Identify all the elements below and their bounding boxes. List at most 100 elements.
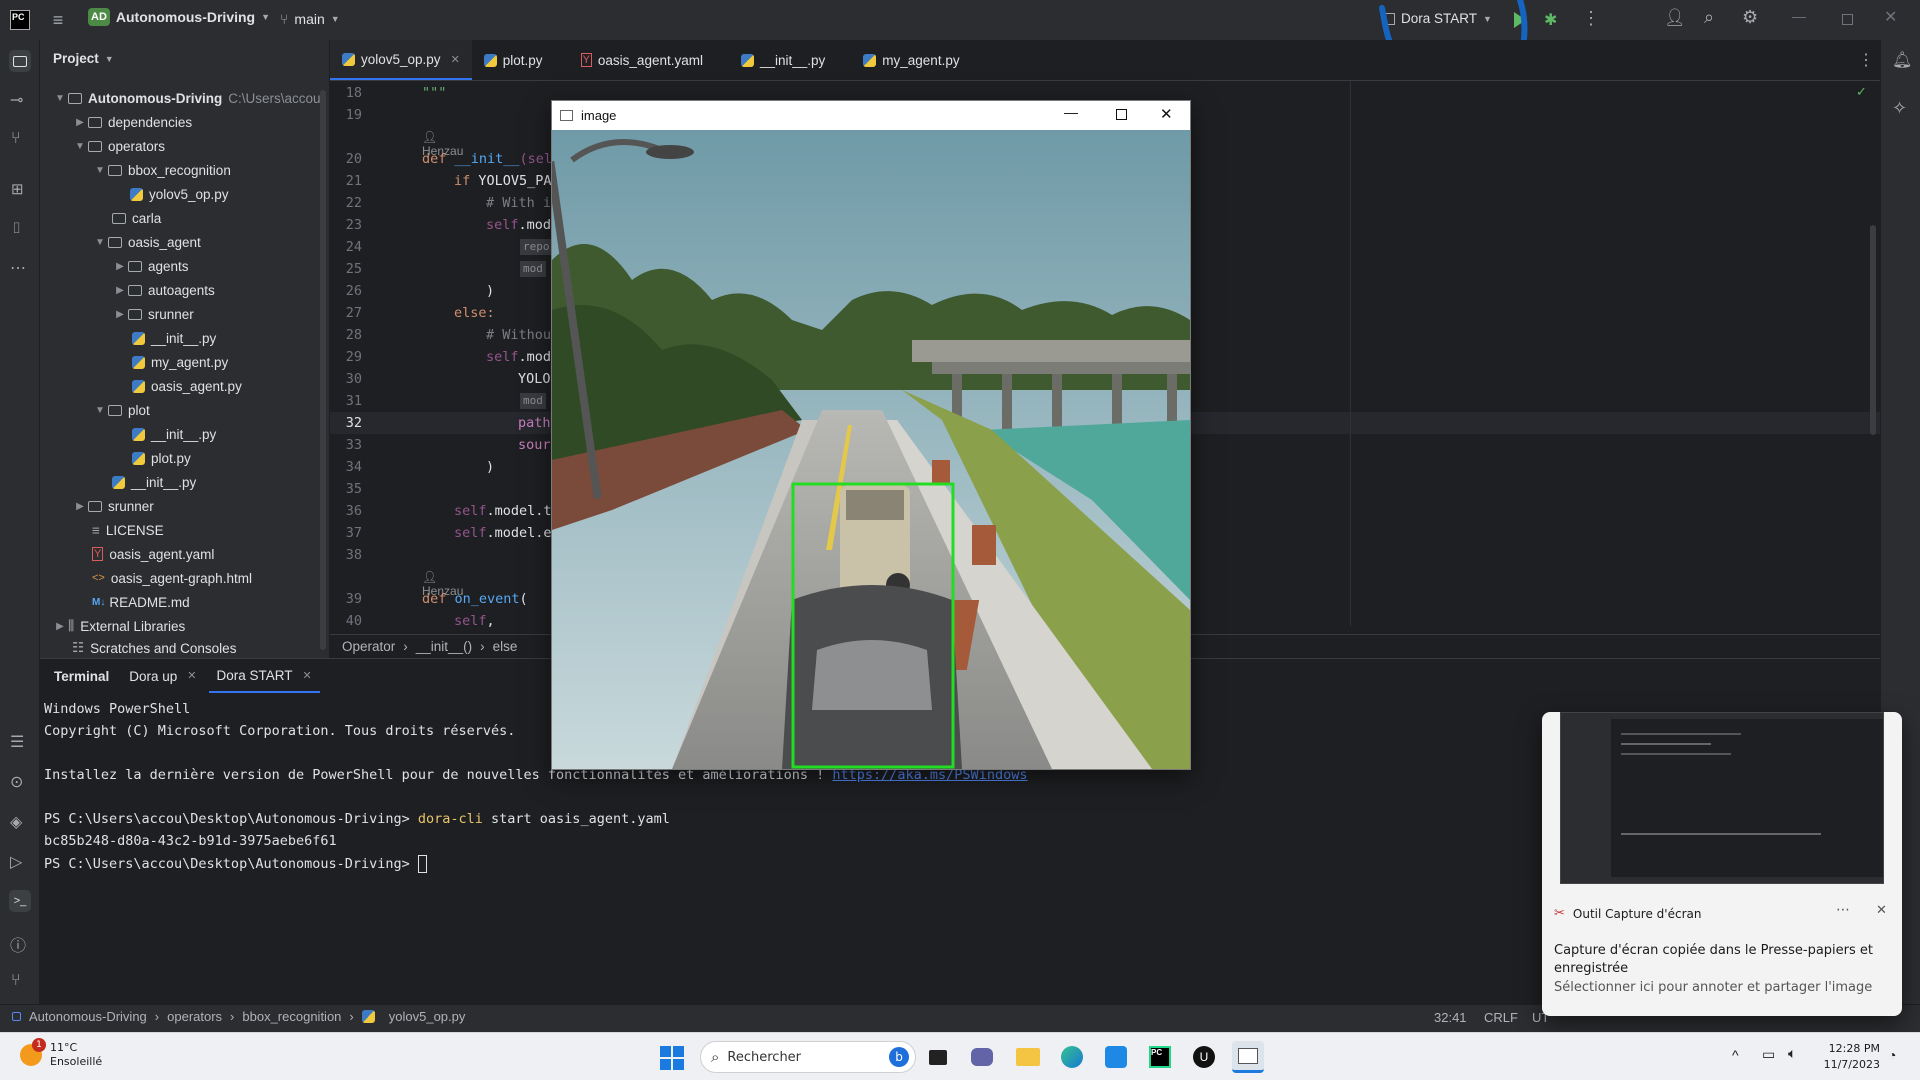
notifications-bell-icon[interactable]: 🔔︎: [1892, 50, 1912, 70]
tree-item-oasis-agent-py[interactable]: oasis_agent.py: [132, 374, 242, 398]
more-options-icon[interactable]: ⋯: [1836, 902, 1850, 918]
network-icon[interactable]: ▭: [1762, 1046, 1775, 1063]
notification-center-icon[interactable]: ◔: [1888, 1047, 1896, 1063]
tree-item-carla[interactable]: carla: [112, 206, 161, 230]
tree-item-scratches[interactable]: ☷ Scratches and Consoles: [72, 638, 236, 658]
image-window-titlebar[interactable]: image — ✕: [552, 101, 1190, 130]
git-icon[interactable]: ⑂: [11, 972, 21, 990]
volume-muted-icon[interactable]: 🔈︎: [1788, 1045, 1796, 1062]
tree-item-external-libraries[interactable]: ▶ ⫼ External Libraries: [52, 614, 185, 638]
pycharm-logo-icon[interactable]: PC: [10, 10, 30, 30]
tree-root[interactable]: ▼ Autonomous-Driving C:\Users\accou: [52, 86, 320, 110]
tree-item-license[interactable]: ≡ LICENSE: [92, 518, 164, 542]
todo-icon[interactable]: ☰: [10, 732, 24, 752]
tree-item-plot[interactable]: ▼ plot: [92, 398, 150, 422]
image-window-taskbar-icon[interactable]: [1232, 1041, 1264, 1073]
settings-gear-icon[interactable]: ⚙: [1742, 7, 1758, 28]
status-crumb[interactable]: Autonomous-Driving: [29, 1009, 147, 1024]
tree-item-yolov5-op[interactable]: yolov5_op.py: [130, 182, 229, 206]
debug-icon[interactable]: ✱: [1544, 10, 1557, 30]
project-scrollbar[interactable]: [320, 90, 326, 650]
teams-chat-icon[interactable]: [966, 1041, 998, 1073]
layers-icon[interactable]: ◈: [10, 812, 22, 832]
maximize-icon[interactable]: [1842, 14, 1853, 25]
edge-browser-icon[interactable]: [1056, 1041, 1088, 1073]
close-tab-icon[interactable]: ✕: [187, 669, 196, 684]
tab-options-icon[interactable]: ⋮: [1858, 50, 1874, 70]
branch-switcher[interactable]: ⑂ main ▼: [280, 11, 340, 27]
tree-item-bbox-recognition[interactable]: ▼ bbox_recognition: [92, 158, 231, 182]
add-user-icon[interactable]: 👤︎: [1664, 8, 1686, 28]
tree-item-plot-py[interactable]: plot.py: [132, 446, 191, 470]
project-switcher[interactable]: AD Autonomous-Driving ▼: [88, 8, 270, 26]
main-menu-icon[interactable]: ≡: [48, 10, 68, 30]
tree-item-operators-init[interactable]: __init__.py: [112, 470, 196, 494]
close-toast-icon[interactable]: ✕: [1876, 903, 1887, 918]
tree-item-dependencies[interactable]: ▶ dependencies: [72, 110, 192, 134]
close-tab-icon[interactable]: ✕: [451, 53, 460, 66]
maximize-icon[interactable]: [1116, 109, 1127, 120]
more-tools-icon[interactable]: ⋯: [10, 258, 26, 278]
tree-item-srunner[interactable]: ▶ srunner: [112, 302, 194, 326]
terminal-icon[interactable]: >_: [9, 890, 31, 912]
tab-oasis-agent-yaml[interactable]: Yoasis_agent.yaml: [569, 40, 715, 80]
tree-item-srunner-root[interactable]: ▶ srunner: [72, 494, 154, 518]
tree-item-oasis-agent[interactable]: ▼ oasis_agent: [92, 230, 201, 254]
close-tab-icon[interactable]: ✕: [303, 669, 312, 682]
task-view-icon[interactable]: [922, 1041, 954, 1073]
tab-terminal[interactable]: Terminal: [46, 669, 117, 684]
commit-icon[interactable]: ⊸: [10, 90, 23, 110]
project-folder-icon[interactable]: [9, 50, 31, 72]
status-crumb[interactable]: operators: [167, 1009, 222, 1024]
snipping-tool-notification[interactable]: ✂ Outil Capture d'écran ⋯ ✕ Capture d'éc…: [1542, 712, 1902, 1016]
tree-item-autoagents[interactable]: ▶ autoagents: [112, 278, 215, 302]
breadcrumb-item[interactable]: __init__(): [416, 639, 472, 654]
tree-item-oasis-yaml[interactable]: Yoasis_agent.yaml: [92, 542, 214, 566]
close-window-icon[interactable]: ✕: [1884, 7, 1897, 27]
cursor-position[interactable]: 32:41: [1434, 1010, 1467, 1025]
breadcrumb-item[interactable]: else: [493, 639, 518, 654]
image-window[interactable]: image — ✕: [551, 100, 1191, 770]
breadcrumb-item[interactable]: Operator: [342, 639, 395, 654]
tab-plot[interactable]: plot.py: [472, 40, 555, 80]
clock[interactable]: 12:28 PM 11/7/2023: [1816, 1041, 1880, 1073]
taskbar-search-box[interactable]: ⌕ Rechercher b: [700, 1041, 916, 1073]
ai-assistant-icon[interactable]: ✧: [1892, 98, 1907, 119]
minimize-icon[interactable]: —: [1792, 8, 1806, 24]
line-separator[interactable]: CRLF: [1484, 1010, 1518, 1025]
tree-item-graph-html[interactable]: <> oasis_agent-graph.html: [92, 566, 252, 590]
project-panel-header[interactable]: Project ▼: [53, 51, 114, 66]
editor-scrollbar[interactable]: [1870, 225, 1876, 435]
screenshot-thumbnail[interactable]: [1560, 712, 1884, 884]
photos-app-icon[interactable]: [1100, 1041, 1132, 1073]
tab-my-agent[interactable]: my_agent.py: [851, 40, 971, 80]
more-actions-icon[interactable]: ⋮: [1582, 8, 1600, 29]
tab-init[interactable]: __init__.py: [729, 40, 837, 80]
show-hidden-icons[interactable]: ^: [1732, 1047, 1739, 1063]
pull-requests-icon[interactable]: ⑂: [11, 130, 21, 148]
minimize-icon[interactable]: —: [1064, 104, 1078, 120]
structure-icon[interactable]: ⊞: [11, 180, 24, 198]
problems-icon[interactable]: ⓘ: [10, 932, 26, 956]
tree-item-agents[interactable]: ▶ agents: [112, 254, 188, 278]
weather-widget[interactable]: 1 11°C Ensoleillé: [20, 1038, 102, 1069]
tab-dora-up[interactable]: Dora up ✕: [121, 669, 204, 684]
tree-item-my-agent[interactable]: my_agent.py: [132, 350, 228, 374]
unreal-engine-icon[interactable]: U: [1188, 1041, 1220, 1073]
file-explorer-icon[interactable]: [1012, 1041, 1044, 1073]
tab-dora-start[interactable]: Dora START ✕: [208, 659, 320, 693]
pycharm-taskbar-icon[interactable]: PC: [1144, 1041, 1176, 1073]
tree-item-plot-init[interactable]: __init__.py: [132, 422, 216, 446]
status-crumb[interactable]: bbox_recognition: [242, 1009, 341, 1024]
start-windows-icon[interactable]: [660, 1046, 684, 1070]
tab-yolov5-op[interactable]: yolov5_op.py ✕: [330, 40, 472, 80]
status-crumb[interactable]: yolov5_op.py: [389, 1009, 466, 1024]
tree-item-readme[interactable]: M↓ README.md: [92, 590, 190, 614]
python-console-icon[interactable]: ⊙: [10, 772, 23, 792]
close-window-icon[interactable]: ✕: [1160, 105, 1173, 123]
bookmarks-icon[interactable]: ⌷: [12, 220, 21, 237]
tree-item-operators[interactable]: ▼ operators: [72, 134, 165, 158]
search-icon[interactable]: ⌕: [1704, 7, 1714, 28]
services-icon[interactable]: ▷: [10, 852, 22, 872]
tree-item-init[interactable]: __init__.py: [132, 326, 216, 350]
